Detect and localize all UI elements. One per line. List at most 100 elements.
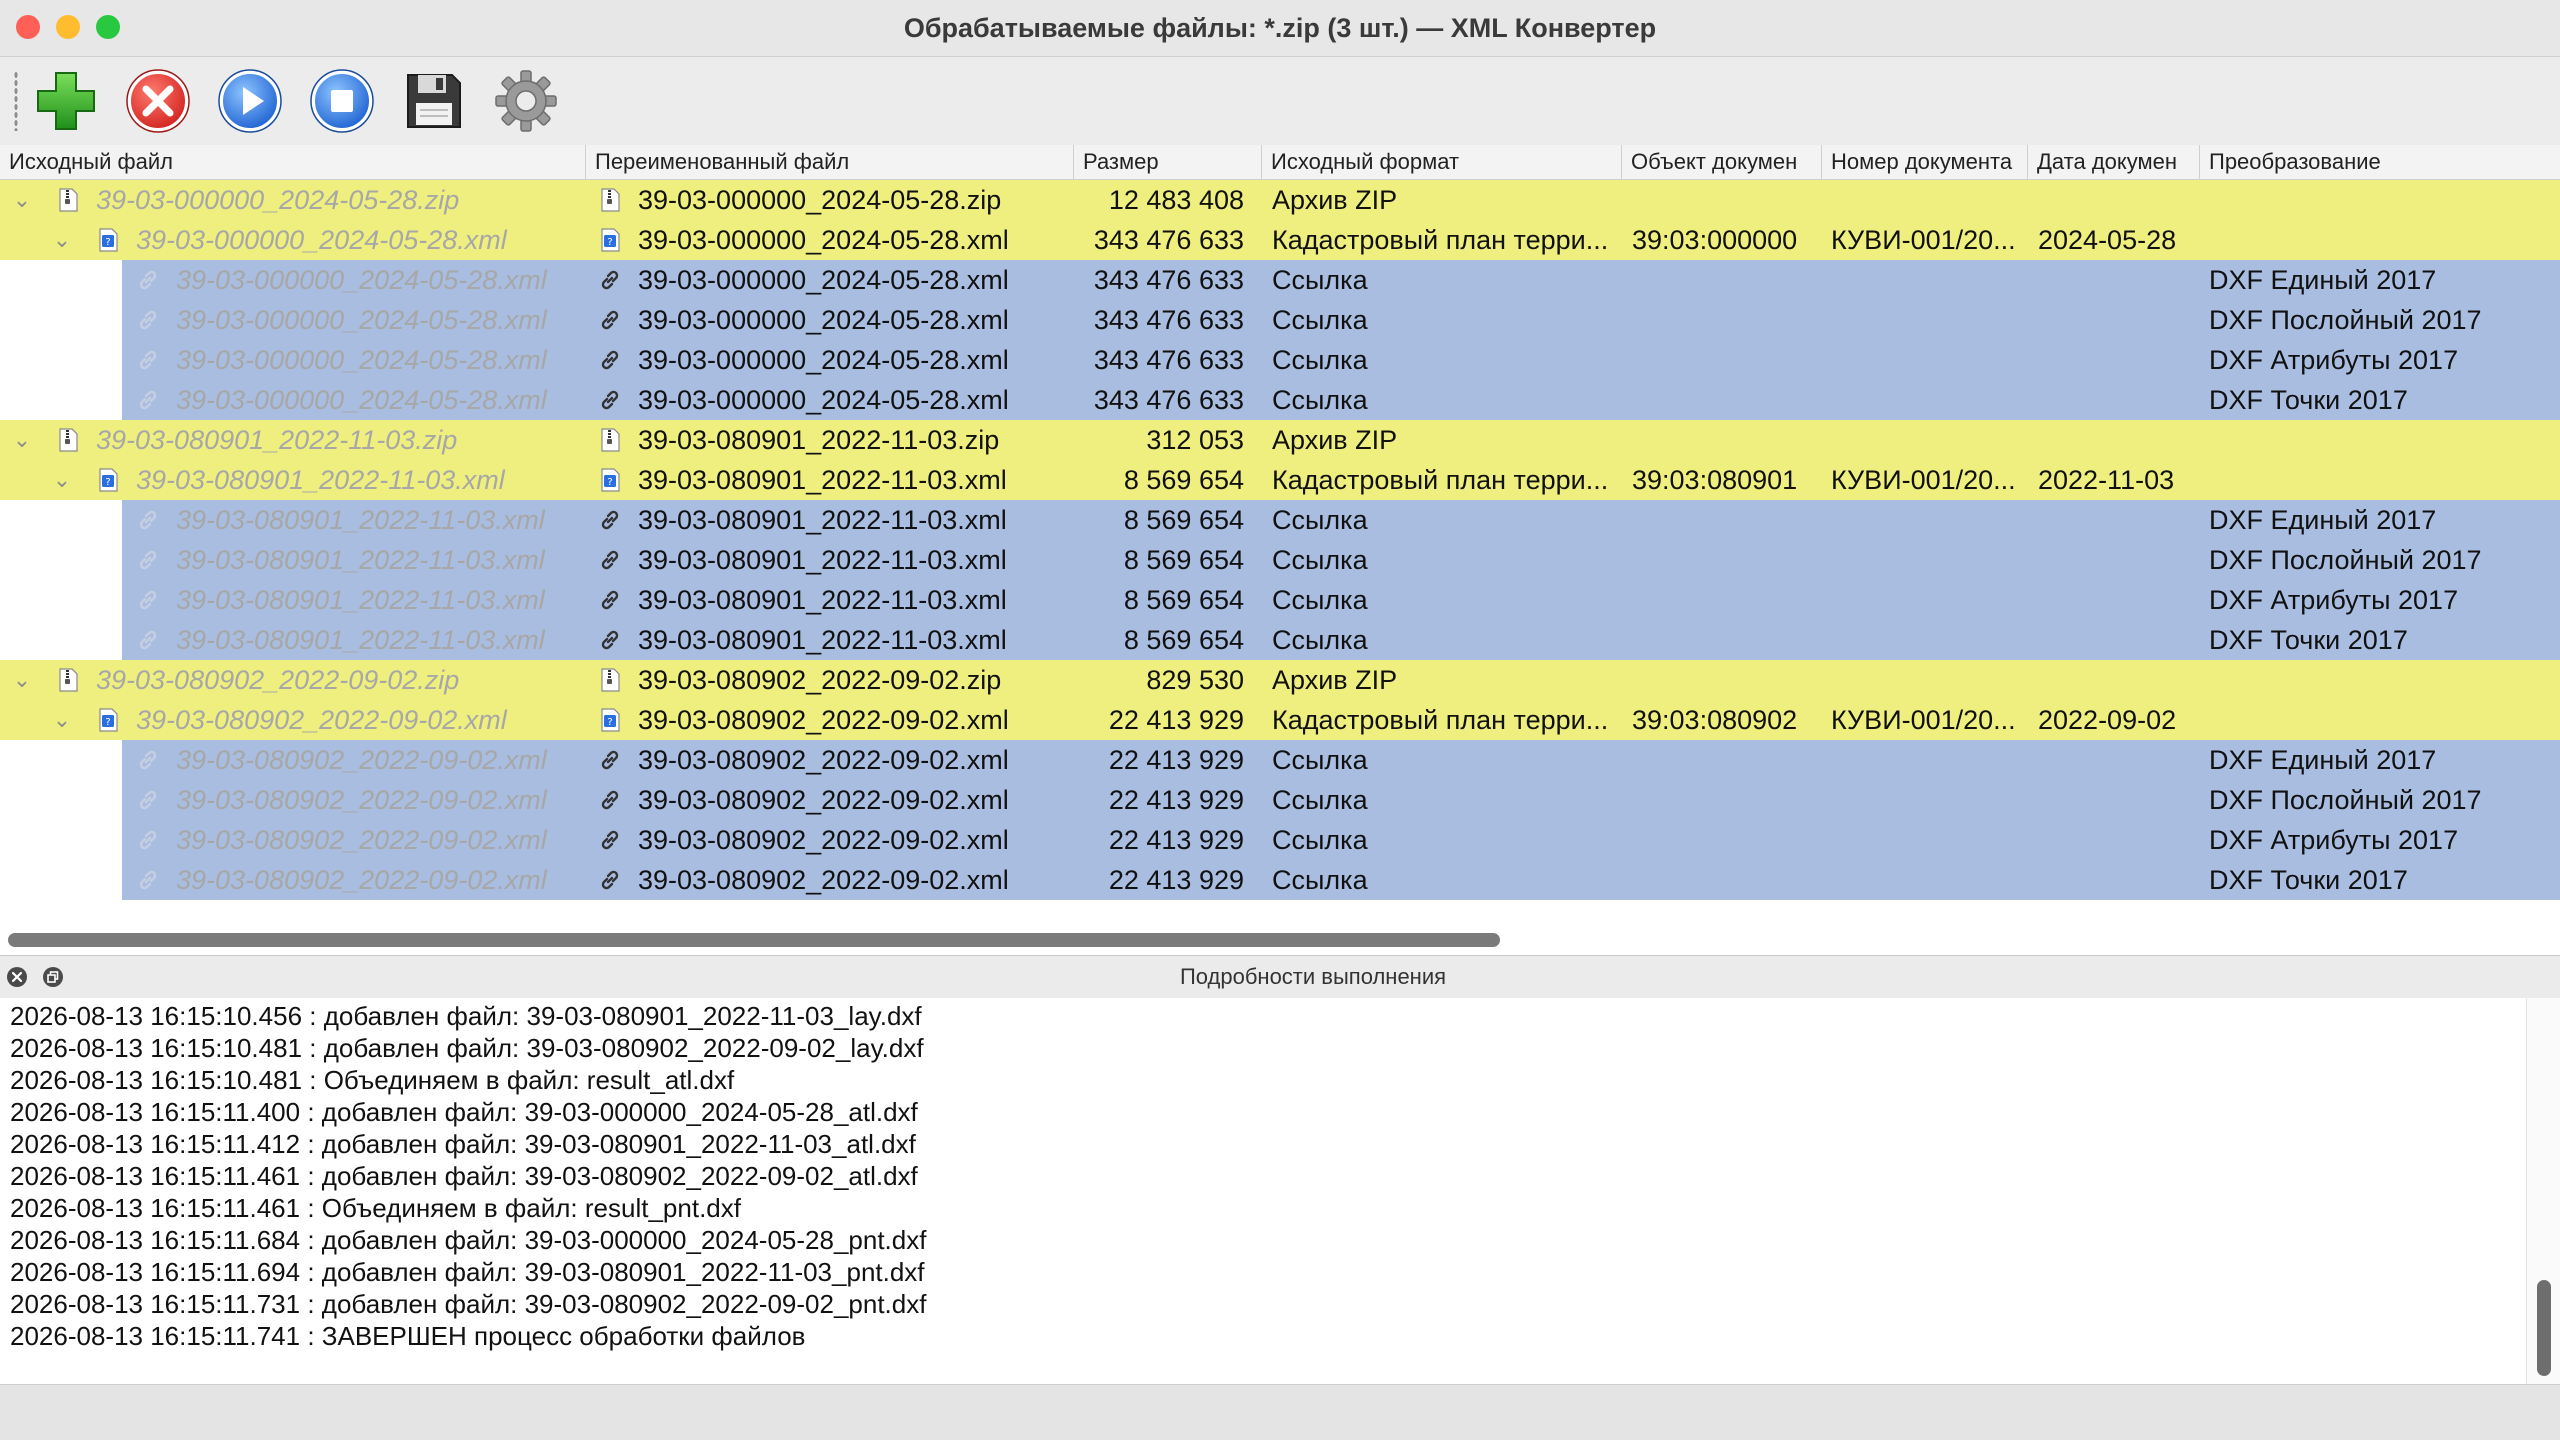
file-size: 12 483 408 xyxy=(1108,185,1244,215)
document-object: 39:03:080902 xyxy=(1632,705,1798,735)
table-row-link[interactable]: 39-03-080902_2022-09-02.xml 39-03-080902_… xyxy=(0,820,2560,860)
table-row-link[interactable]: 39-03-000000_2024-05-28.xml 39-03-000000_… xyxy=(0,340,2560,380)
renamed-file-name: 39-03-080902_2022-09-02.xml xyxy=(638,785,1009,815)
save-button[interactable] xyxy=(400,67,468,135)
conversion-type: DXF Единый 2017 xyxy=(2209,265,2437,295)
horizontal-scrollbar[interactable] xyxy=(0,925,2560,955)
stop-button[interactable] xyxy=(308,67,376,135)
floppy-disk-icon xyxy=(407,74,461,128)
column-header-document-date[interactable]: Дата докумен xyxy=(2028,145,2200,179)
document-date xyxy=(2038,540,2198,580)
column-header-renamed-file[interactable]: Переименованный файл xyxy=(586,145,1074,179)
renamed-file-name: 39-03-080901_2022-11-03.xml xyxy=(638,505,1007,535)
file-size: 829 530 xyxy=(1146,665,1244,695)
source-file-name: 39-03-080901_2022-11-03.xml xyxy=(176,505,545,535)
table-row-zip[interactable]: ⌄ 39-03-000000_2024-05-28.zip 39-03-000000… xyxy=(0,180,2560,220)
table-row-link[interactable]: 39-03-000000_2024-05-28.xml 39-03-000000_… xyxy=(0,300,2560,340)
expand-chevron-icon[interactable]: ⌄ xyxy=(10,420,34,460)
renamed-file-name: 39-03-080901_2022-11-03.xml xyxy=(638,545,1007,575)
link-icon xyxy=(136,348,160,372)
start-button[interactable] xyxy=(216,67,284,135)
toolbar-grip-handle[interactable] xyxy=(14,71,18,131)
vertical-scrollbar[interactable] xyxy=(2526,998,2560,1384)
column-header-source-format[interactable]: Исходный формат xyxy=(1262,145,1622,179)
document-date xyxy=(2038,300,2198,340)
conversion-type: DXF Послойный 2017 xyxy=(2209,545,2482,575)
settings-button[interactable] xyxy=(492,67,560,135)
column-header-source-file[interactable]: Исходный файл xyxy=(0,145,586,179)
file-size: 22 413 929 xyxy=(1108,705,1244,735)
source-file-name: 39-03-000000_2024-05-28.xml xyxy=(176,345,547,375)
zip-archive-icon xyxy=(598,188,622,212)
zip-archive-icon xyxy=(56,428,80,452)
renamed-file-name: 39-03-080901_2022-11-03.xml xyxy=(638,585,1007,615)
conversion-type: DXF Атрибуты 2017 xyxy=(2209,825,2459,855)
blue-play-icon xyxy=(218,69,282,133)
remove-button[interactable] xyxy=(124,67,192,135)
table-row-zip[interactable]: ⌄ 39-03-080901_2022-11-03.zip 39-03-080901… xyxy=(0,420,2560,460)
document-number: КУВИ-001/20... xyxy=(1831,465,2016,495)
zip-archive-icon xyxy=(598,428,622,452)
add-button[interactable] xyxy=(32,67,100,135)
table-row-link[interactable]: 39-03-080901_2022-11-03.xml 39-03-080901_… xyxy=(0,580,2560,620)
log-line: 2026-08-13 16:15:11.461 : Объединяем в ф… xyxy=(10,1193,741,1223)
conversion-type: DXF Послойный 2017 xyxy=(2209,785,2482,815)
table-row-xml[interactable]: ⌄? 39-03-080902_2022-09-02.xml? 39-03-0809… xyxy=(0,700,2560,740)
expand-chevron-icon[interactable]: ⌄ xyxy=(50,700,74,740)
conversion-type xyxy=(2209,460,2559,500)
expand-chevron-icon[interactable]: ⌄ xyxy=(50,460,74,500)
log-lines: 2026-08-13 16:15:10.456 : добавлен файл:… xyxy=(10,1000,926,1352)
table-row-link[interactable]: 39-03-080902_2022-09-02.xml 39-03-080902_… xyxy=(0,860,2560,900)
svg-text:?: ? xyxy=(105,237,110,248)
document-object xyxy=(1632,420,1820,460)
file-size: 22 413 929 xyxy=(1108,745,1244,775)
document-date xyxy=(2038,500,2198,540)
link-icon xyxy=(598,788,622,812)
source-format: Ссылка xyxy=(1272,865,1368,895)
document-number xyxy=(1831,500,2027,540)
link-icon xyxy=(136,588,160,612)
expand-chevron-icon[interactable]: ⌄ xyxy=(10,660,34,700)
table-row-link[interactable]: 39-03-080901_2022-11-03.xml 39-03-080901_… xyxy=(0,540,2560,580)
renamed-file-name: 39-03-080901_2022-11-03.xml xyxy=(638,465,1007,495)
document-object xyxy=(1632,300,1820,340)
table-row-link[interactable]: 39-03-000000_2024-05-28.xml 39-03-000000_… xyxy=(0,380,2560,420)
document-object: 39:03:000000 xyxy=(1632,225,1798,255)
column-header-size[interactable]: Размер xyxy=(1074,145,1262,179)
table-row-link[interactable]: 39-03-000000_2024-05-28.xml 39-03-000000_… xyxy=(0,260,2560,300)
table-row-zip[interactable]: ⌄ 39-03-080902_2022-09-02.zip 39-03-080902… xyxy=(0,660,2560,700)
file-size: 343 476 633 xyxy=(1093,345,1244,375)
table-row-xml[interactable]: ⌄? 39-03-000000_2024-05-28.xml? 39-03-0000… xyxy=(0,220,2560,260)
link-icon xyxy=(136,388,160,412)
renamed-file-name: 39-03-080901_2022-11-03.xml xyxy=(638,625,1007,655)
source-file-name: 39-03-080902_2022-09-02.xml xyxy=(176,825,547,855)
window-title: Обрабатываемые файлы: *.zip (3 шт.) — XM… xyxy=(903,13,1657,43)
column-header-document-number[interactable]: Номер документа xyxy=(1822,145,2028,179)
log-line: 2026-08-13 16:15:10.481 : Объединяем в ф… xyxy=(10,1065,735,1095)
source-file-name: 39-03-080902_2022-09-02.zip xyxy=(96,665,460,695)
document-object xyxy=(1632,380,1820,420)
zip-archive-icon xyxy=(56,188,80,212)
document-date xyxy=(2038,340,2198,380)
zip-archive-icon xyxy=(598,668,622,692)
source-format: Ссылка xyxy=(1272,345,1368,375)
expand-chevron-icon[interactable]: ⌄ xyxy=(50,220,74,260)
column-header-document-object[interactable]: Объект докумен xyxy=(1622,145,1822,179)
table-row-link[interactable]: 39-03-080901_2022-11-03.xml 39-03-080901_… xyxy=(0,500,2560,540)
file-size: 343 476 633 xyxy=(1093,225,1244,255)
table-row-link[interactable]: 39-03-080901_2022-11-03.xml 39-03-080901_… xyxy=(0,620,2560,660)
link-icon xyxy=(136,308,160,332)
document-number xyxy=(1831,820,2027,860)
link-icon xyxy=(136,868,160,892)
document-date xyxy=(2038,260,2198,300)
files-table: Исходный файл Переименованный файл Разме… xyxy=(0,145,2560,955)
horizontal-scrollbar-thumb[interactable] xyxy=(8,933,1500,947)
table-row-link[interactable]: 39-03-080902_2022-09-02.xml 39-03-080902_… xyxy=(0,740,2560,780)
source-file-name: 39-03-080901_2022-11-03.xml xyxy=(136,465,505,495)
column-header-conversion[interactable]: Преобразование xyxy=(2200,145,2560,179)
table-row-link[interactable]: 39-03-080902_2022-09-02.xml 39-03-080902_… xyxy=(0,780,2560,820)
vertical-scrollbar-thumb[interactable] xyxy=(2537,1280,2551,1376)
expand-chevron-icon[interactable]: ⌄ xyxy=(10,180,34,220)
table-row-xml[interactable]: ⌄? 39-03-080901_2022-11-03.xml? 39-03-0809… xyxy=(0,460,2560,500)
document-object xyxy=(1632,580,1820,620)
